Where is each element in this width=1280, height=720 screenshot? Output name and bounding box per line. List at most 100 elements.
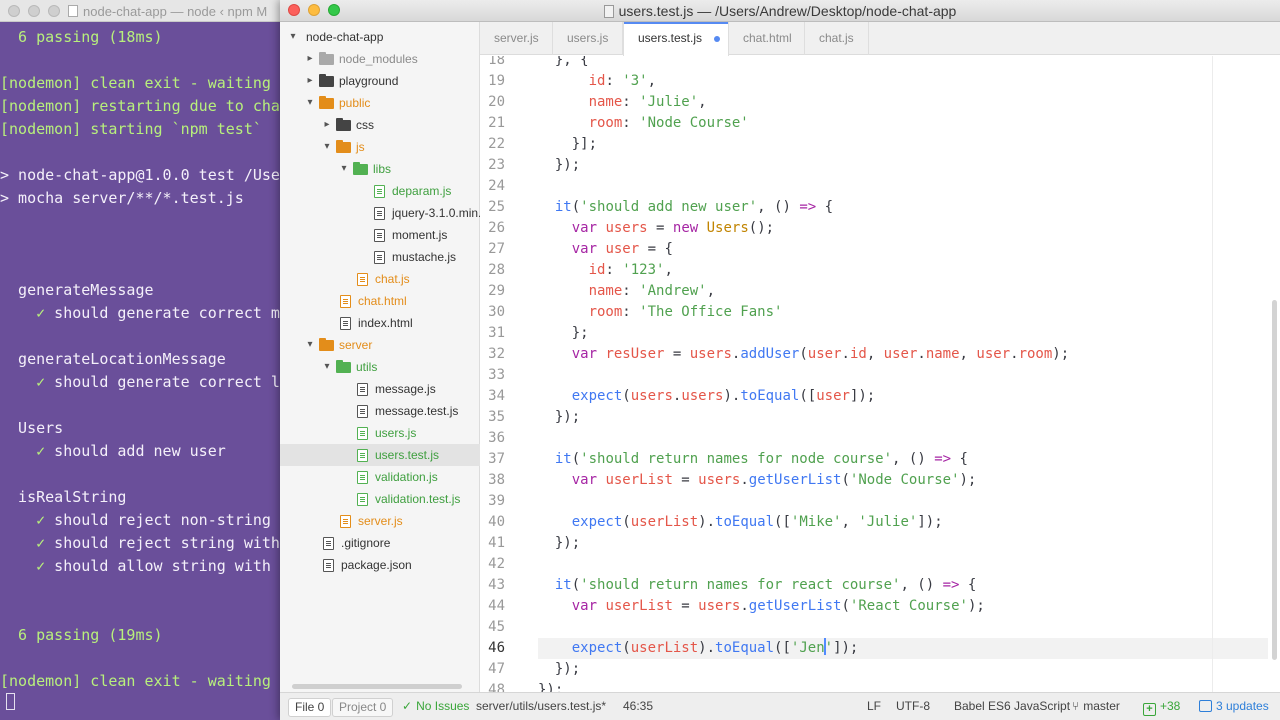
cursor-position[interactable]: 46:35 [623, 693, 653, 720]
chevron-down-icon[interactable]: ▾ [322, 136, 332, 158]
chevron-right-icon[interactable]: ▸ [322, 114, 332, 136]
code-line[interactable]: }); [538, 407, 580, 428]
tree-item-moment-js[interactable]: moment.js [280, 224, 480, 246]
code-line[interactable]: var userList = users.getUserList('React … [538, 596, 985, 617]
code-line[interactable]: }); [538, 155, 580, 176]
terminal-output: 6 passing (18ms) [nodemon] clean exit - w… [0, 26, 280, 693]
tree-item-mustache-js[interactable]: mustache.js [280, 246, 480, 268]
tree-item-jquery-3-1-0-min-[interactable]: jquery-3.1.0.min. [280, 202, 480, 224]
code-line[interactable]: }); [538, 659, 580, 680]
linter-status[interactable]: ✓ No Issues [402, 693, 469, 720]
tab-chat-js[interactable]: chat.js [805, 22, 869, 55]
tree-item-node-chat-app[interactable]: ▾ node-chat-app [280, 26, 480, 48]
code-token: 'React Course' [849, 598, 968, 614]
file-issues-toggle[interactable]: File 0 [288, 698, 332, 717]
project-tree[interactable]: ▾ node-chat-app ▸ node_modules ▸ playground ▾ p… [280, 22, 480, 692]
code-editor[interactable]: 18 19 20 21 22 23 24 25 26 27 28 29 30 31 32 33 34 35 36 37… [480, 56, 1280, 692]
code-line[interactable]: room: 'Node Course' [538, 113, 749, 134]
file-icon [374, 229, 385, 242]
code-token: . [740, 598, 749, 614]
project-issues-label: Project 0 [339, 700, 387, 714]
tree-item-message-test-js[interactable]: message.test.js [280, 400, 480, 422]
chevron-down-icon[interactable]: ▾ [305, 334, 315, 356]
code-line[interactable]: it('should add new user', () => { [538, 197, 833, 218]
editor-vertical-scrollbar[interactable] [1272, 300, 1277, 660]
code-line[interactable]: it('should return names for react course… [538, 575, 976, 596]
terminal-line: [nodemon] restarting due to cha [0, 97, 280, 115]
code-line[interactable]: expect(userList).toEqual(['Jen']); [538, 638, 858, 659]
code-line[interactable]: id: '3', [538, 71, 656, 92]
close-dot-icon[interactable] [8, 5, 20, 17]
code-token: ([ [774, 640, 791, 656]
code-token: '3' [622, 73, 648, 89]
git-diff-stat[interactable]: + +38 [1143, 693, 1180, 720]
project-issues-toggle[interactable]: Project 0 [332, 698, 394, 717]
code-line[interactable]: expect(userList).toEqual(['Mike', 'Julie… [538, 512, 943, 533]
tree-item-libs[interactable]: ▾ libs [280, 158, 480, 180]
file-path[interactable]: server/utils/users.test.js* [476, 693, 606, 720]
terminal-line: 6 passing (18ms) [0, 28, 163, 46]
tree-item-node-modules[interactable]: ▸ node_modules [280, 48, 480, 70]
minimize-dot-icon[interactable] [28, 5, 40, 17]
file-icon [357, 427, 368, 440]
chevron-right-icon[interactable]: ▸ [305, 48, 315, 70]
tree-item-playground[interactable]: ▸ playground [280, 70, 480, 92]
chevron-down-icon[interactable]: ▾ [305, 92, 315, 114]
code-line[interactable]: var users = new Users(); [538, 218, 774, 239]
tree-item-package-json[interactable]: package.json [280, 554, 480, 576]
tree-item-public[interactable]: ▾ public [280, 92, 480, 114]
tree-item-users-js[interactable]: users.js [280, 422, 480, 444]
code-line[interactable]: id: '123', [538, 260, 673, 281]
terminal-line: ✓ should reject string with [36, 534, 280, 552]
code-token: }); [538, 157, 581, 173]
tree-item-validation-test-js[interactable]: validation.test.js [280, 488, 480, 510]
tree-item-message-js[interactable]: message.js [280, 378, 480, 400]
code-line[interactable]: name: 'Julie', [538, 92, 707, 113]
chevron-right-icon[interactable]: ▸ [305, 70, 315, 92]
tab-chat-html[interactable]: chat.html [729, 22, 805, 55]
chevron-down-icon[interactable]: ▾ [322, 356, 332, 378]
line-number: 28 [488, 262, 505, 278]
tree-item-chat-js[interactable]: chat.js [280, 268, 480, 290]
grammar-selector[interactable]: Babel ES6 JavaScript [954, 693, 1070, 720]
git-branch[interactable]: ⑂ master [1072, 693, 1120, 720]
tree-item-server[interactable]: ▾ server [280, 334, 480, 356]
tab-users-test-js[interactable]: users.test.js [623, 22, 729, 56]
package-updates[interactable]: 3 updates [1199, 693, 1269, 720]
code-line[interactable]: }); [538, 680, 563, 692]
terminal-window[interactable]: node-chat-app — node ‹ npm M 6 passing (… [0, 0, 300, 720]
code-line[interactable]: }]; [538, 134, 597, 155]
code-line[interactable]: expect(users.users).toEqual([user]); [538, 386, 876, 407]
code-line[interactable]: it('should return names for node course'… [538, 449, 968, 470]
code-line[interactable]: var resUser = users.addUser(user.id, use… [538, 344, 1069, 365]
line-ending[interactable]: LF [867, 693, 881, 720]
tree-item-users-test-js[interactable]: users.test.js [280, 444, 480, 466]
tree-item-deparam-js[interactable]: deparam.js [280, 180, 480, 202]
tree-item-chat-html[interactable]: chat.html [280, 290, 480, 312]
code-line[interactable]: room: 'The Office Fans' [538, 302, 783, 323]
tab-users-js[interactable]: users.js [553, 22, 623, 55]
code-line[interactable]: name: 'Andrew', [538, 281, 715, 302]
file-encoding[interactable]: UTF-8 [896, 693, 930, 720]
chevron-down-icon[interactable]: ▾ [288, 26, 298, 48]
code-line[interactable]: var userList = users.getUserList('Node C… [538, 470, 977, 491]
chevron-down-icon[interactable]: ▾ [339, 158, 349, 180]
file-icon [374, 251, 385, 264]
code-line[interactable]: }); [538, 533, 580, 554]
code-token: it [538, 577, 572, 593]
zoom-dot-icon[interactable] [48, 5, 60, 17]
tree-item-index-html[interactable]: index.html [280, 312, 480, 334]
tree-item--gitignore[interactable]: .gitignore [280, 532, 480, 554]
code-line[interactable]: }; [538, 323, 589, 344]
code-line[interactable]: var user = { [538, 239, 673, 260]
tree-item-server-js[interactable]: server.js [280, 510, 480, 532]
code-line[interactable]: }, { [538, 56, 589, 71]
tree-item-js[interactable]: ▾ js [280, 136, 480, 158]
file-icon [357, 449, 368, 462]
tree-horizontal-scrollbar[interactable] [292, 684, 462, 689]
tree-item-label: server.js [358, 514, 403, 528]
tree-item-validation-js[interactable]: validation.js [280, 466, 480, 488]
tree-item-css[interactable]: ▸ css [280, 114, 480, 136]
tab-server-js[interactable]: server.js [480, 22, 553, 55]
tree-item-utils[interactable]: ▾ utils [280, 356, 480, 378]
